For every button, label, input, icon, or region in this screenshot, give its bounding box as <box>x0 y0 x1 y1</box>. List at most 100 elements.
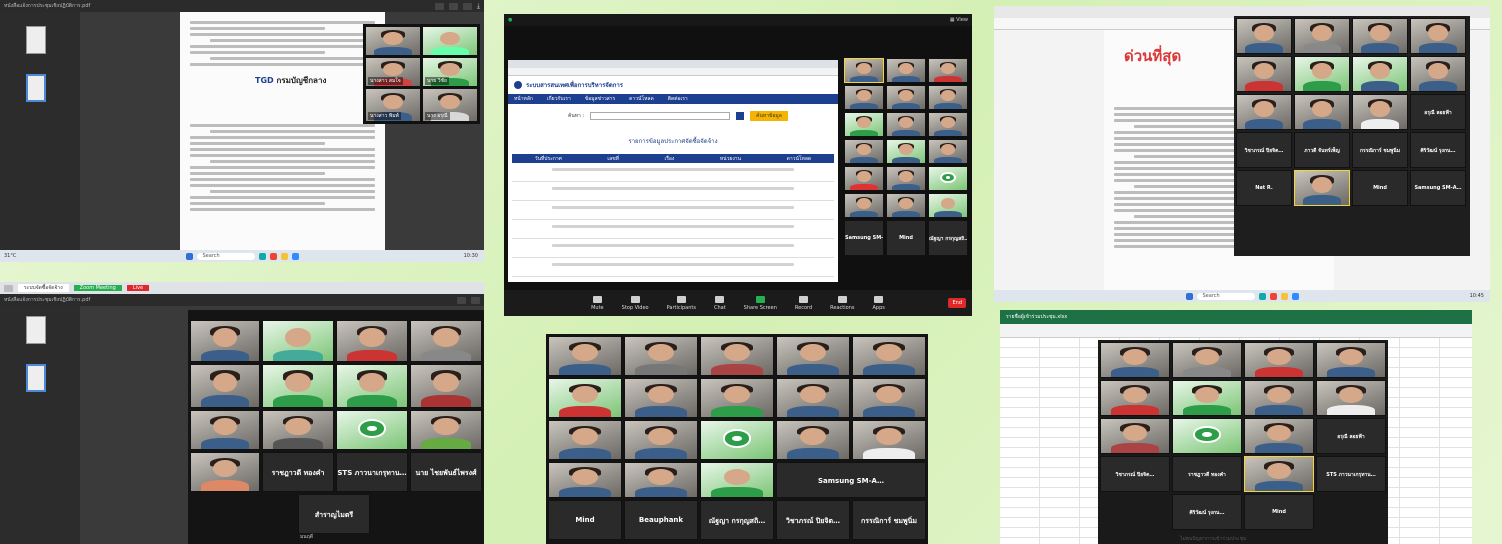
video-tile-name-only: Mind <box>548 500 622 540</box>
video-tile <box>410 410 482 450</box>
folder-icon[interactable] <box>1280 292 1288 300</box>
folder-icon[interactable] <box>280 252 288 260</box>
video-tile-name-only: วิชาภรณ์ ปิยจิต… <box>1100 456 1170 492</box>
zoom-out-tool[interactable] <box>434 2 444 10</box>
taskbar-clock: 10:45 <box>1469 293 1484 299</box>
video-tile <box>1244 342 1314 378</box>
stop-video-button[interactable]: Stop Video <box>622 295 649 311</box>
screenshot-top-left: หนังสือแจ้งการประชุมเชิงปฏิบัติการ.pdf ⤓… <box>0 0 484 262</box>
video-tile <box>1294 94 1350 130</box>
video-tile <box>1100 418 1170 454</box>
print-tool[interactable] <box>462 2 472 10</box>
video-tile <box>886 85 926 110</box>
thumbnail-page-1[interactable] <box>26 26 46 54</box>
windows-taskbar: Search 10:45 <box>994 290 1490 302</box>
record-button[interactable]: Record <box>795 295 812 311</box>
edge-icon[interactable] <box>1258 292 1266 300</box>
table-row[interactable] <box>512 244 834 258</box>
browser-tab[interactable]: Zoom Meeting <box>73 285 122 291</box>
video-tile <box>852 336 926 376</box>
start-icon[interactable] <box>185 252 193 260</box>
table-row[interactable] <box>512 187 834 201</box>
zoom-out-tool[interactable] <box>457 296 466 304</box>
video-tile <box>852 420 926 460</box>
video-tile: นางสาว พิมพ์ <box>365 88 421 122</box>
video-tile-name-only: STS ภาวนาเกรุทาน… <box>1316 456 1386 492</box>
video-tile-name-only: Beauphank <box>624 500 698 540</box>
search-input[interactable] <box>590 112 731 120</box>
video-tile-name-only: ณัฐญา กรกุญสถิ… <box>928 220 968 256</box>
search-go-icon[interactable] <box>736 112 745 120</box>
table-row[interactable] <box>512 263 834 277</box>
share-screen-button[interactable]: Share Screen <box>744 295 777 311</box>
nav-item[interactable]: หน้าหลัก <box>514 95 533 103</box>
video-tile-name-only: ศิริวัฒน์ รุงกน… <box>1410 132 1466 168</box>
zoom-icon[interactable] <box>291 252 299 260</box>
chat-button[interactable]: Chat <box>714 295 726 311</box>
video-tile-name-only: ราชฎาวดี ทองคำ <box>262 452 334 492</box>
site-logo-icon <box>514 81 522 89</box>
edge-icon[interactable] <box>258 252 266 260</box>
browser-tab[interactable]: ระบบจัดซื้อจัดจ้าง <box>18 284 69 292</box>
search-button[interactable]: ค้นหาข้อมูล <box>750 111 788 121</box>
video-tile <box>844 139 884 164</box>
video-tile <box>1244 380 1314 416</box>
video-tile <box>776 378 850 418</box>
mute-button[interactable]: Mute <box>591 295 604 311</box>
table-row[interactable] <box>512 206 834 220</box>
video-tile <box>844 166 884 191</box>
video-tile <box>852 378 926 418</box>
browser-tabbar: ระบบจัดซื้อจัดจ้าง Zoom Meeting Live <box>0 282 484 294</box>
thumbnail-page-1[interactable] <box>26 316 46 344</box>
browser-tab[interactable]: Live <box>126 285 150 291</box>
video-tile <box>1236 94 1292 130</box>
browser-tabs <box>508 60 838 68</box>
video-tile <box>886 139 926 164</box>
view-button[interactable]: ▦ View <box>950 17 968 23</box>
video-tile <box>700 462 774 498</box>
nav-item[interactable]: เกี่ยวกับเรา <box>547 95 571 103</box>
video-tile-name-only: Samsung SM-A… <box>1410 170 1466 206</box>
taskbar-search[interactable]: Search <box>196 252 255 260</box>
video-tile <box>886 193 926 218</box>
nav-item[interactable]: ข้อมูลข่าวสาร <box>585 95 615 103</box>
taskbar-search[interactable]: Search <box>1196 292 1255 300</box>
participants-button[interactable]: Participants <box>667 295 696 311</box>
video-tile <box>928 139 968 164</box>
nav-item[interactable]: ติดต่อเรา <box>668 95 688 103</box>
video-tile <box>548 420 622 460</box>
table-row[interactable] <box>512 168 834 182</box>
table-row[interactable] <box>512 225 834 239</box>
video-tile <box>1244 418 1314 454</box>
thumbnail-page-2[interactable] <box>26 74 46 102</box>
end-meeting-button[interactable]: End <box>948 298 966 308</box>
video-tile <box>190 364 260 408</box>
thumbnail-page-2[interactable] <box>26 364 46 392</box>
weather-widget[interactable]: 31°C <box>4 253 16 259</box>
apps-button[interactable]: Apps <box>873 295 885 311</box>
video-tile-name-only: Samsung SM-A… <box>776 462 926 498</box>
video-tile <box>700 420 774 460</box>
windows-taskbar: 31°C Search 10:30 <box>0 250 484 262</box>
zoom-in-tool[interactable] <box>471 296 480 304</box>
pdf-titlebar: หนังสือแจ้งการประชุมเชิงปฏิบัติการ.pdf <box>0 294 484 306</box>
zoom-in-tool[interactable] <box>448 2 458 10</box>
video-tile <box>624 420 698 460</box>
video-tile-name-only: Mind <box>1244 494 1314 530</box>
video-tile <box>410 364 482 408</box>
video-tile <box>624 336 698 376</box>
video-tile <box>624 462 698 498</box>
screenshot-bottom-middle: Samsung SM-A… Mind Beauphank ณัฐญา กรกุญ… <box>546 334 928 544</box>
pdf-title: หนังสือแจ้งการประชุมเชิงปฏิบัติการ.pdf <box>4 3 91 9</box>
nav-item[interactable]: ดาวน์โหลด <box>629 95 654 103</box>
chrome-icon[interactable] <box>1269 292 1277 300</box>
reactions-button[interactable]: Reactions <box>830 295 855 311</box>
browser-address-bar[interactable] <box>508 68 838 76</box>
chrome-icon[interactable] <box>269 252 277 260</box>
download-icon[interactable]: ⤓ <box>477 2 480 11</box>
video-tile-name-only: วิชาภรณ์ ปิยจิต… <box>1236 132 1292 168</box>
zoom-icon[interactable] <box>1291 292 1299 300</box>
search-row: ค้นหา : ค้นหาข้อมูล <box>508 104 838 128</box>
table-heading: รายการข้อมูลประกาศจัดซื้อจัดจ้าง <box>628 138 718 145</box>
start-icon[interactable] <box>1185 292 1193 300</box>
